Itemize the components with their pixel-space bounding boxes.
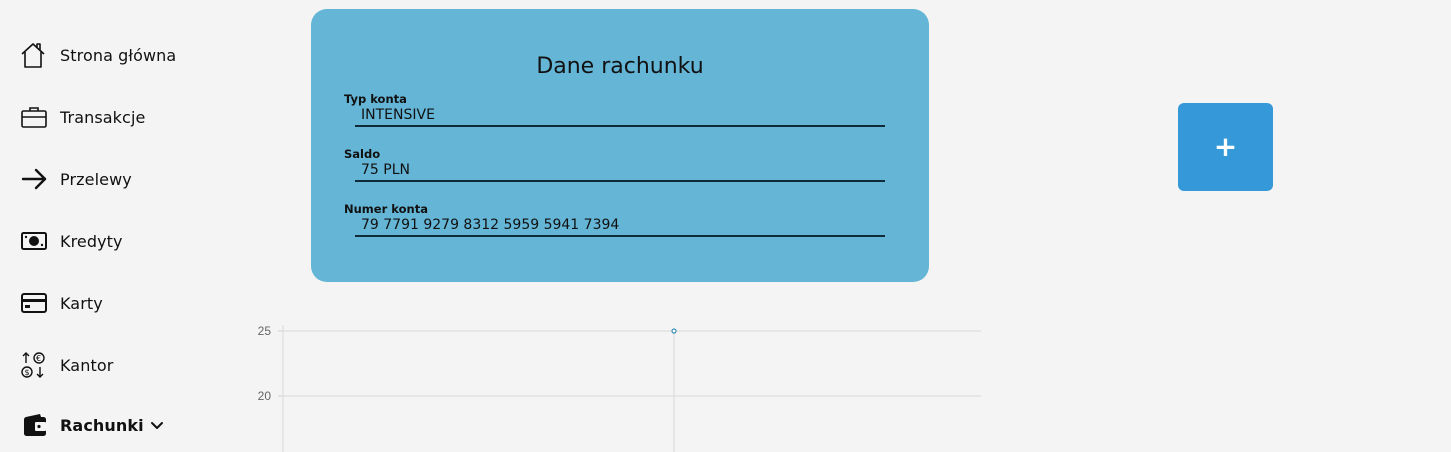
field-value: INTENSIVE (361, 107, 435, 123)
field-label: Typ konta (344, 92, 407, 106)
sidebar-item-label: Rachunki (60, 415, 144, 435)
arrow-right-icon (20, 164, 50, 194)
credit-card-icon (20, 288, 50, 318)
wallet-icon (20, 410, 50, 440)
sidebar: Strona główna Transakcje Przelewy Kredyt… (0, 0, 240, 452)
sidebar-item-label: Kantor (60, 355, 114, 375)
field-value: 75 PLN (361, 162, 410, 178)
sidebar-item-label: Przelewy (60, 169, 132, 189)
chevron-down-icon[interactable] (150, 420, 164, 430)
svg-text:€: € (36, 354, 41, 363)
plus-icon: + (1213, 130, 1238, 163)
svg-text:$: $ (25, 368, 30, 377)
y-tick-label: 25 (258, 324, 272, 338)
sidebar-item-label: Karty (60, 293, 103, 313)
sidebar-item-label: Transakcje (60, 107, 146, 127)
sidebar-item-label: Kredyty (60, 231, 123, 251)
account-details-card: Dane rachunku Typ konta INTENSIVE Saldo … (311, 9, 929, 282)
sidebar-item-cards[interactable]: Karty (20, 288, 103, 318)
banknote-icon (20, 226, 50, 256)
home-icon (20, 40, 50, 70)
y-tick-label: 20 (258, 389, 272, 403)
balance-chart: 25 20 (258, 324, 981, 452)
sidebar-item-home[interactable]: Strona główna (20, 40, 176, 70)
currency-exchange-icon: € $ (20, 350, 50, 380)
sidebar-item-exchange[interactable]: € $ Kantor (20, 350, 113, 380)
sidebar-item-accounts[interactable]: Rachunki (20, 410, 164, 440)
sidebar-item-transfers[interactable]: Przelewy (20, 164, 132, 194)
briefcase-icon (20, 102, 50, 132)
field-value: 79 7791 9279 8312 5959 5941 7394 (361, 217, 620, 233)
sidebar-item-label: Strona główna (60, 45, 177, 65)
sidebar-item-transactions[interactable]: Transakcje (20, 102, 145, 132)
field-underline (355, 235, 885, 237)
field-label: Numer konta (344, 202, 428, 216)
field-label: Saldo (344, 147, 381, 161)
data-point[interactable] (671, 328, 677, 334)
card-title: Dane rachunku (536, 54, 704, 79)
sidebar-item-loans[interactable]: Kredyty (20, 226, 123, 256)
field-underline (355, 180, 885, 182)
add-account-button[interactable]: + (1178, 103, 1273, 191)
field-underline (355, 125, 885, 127)
